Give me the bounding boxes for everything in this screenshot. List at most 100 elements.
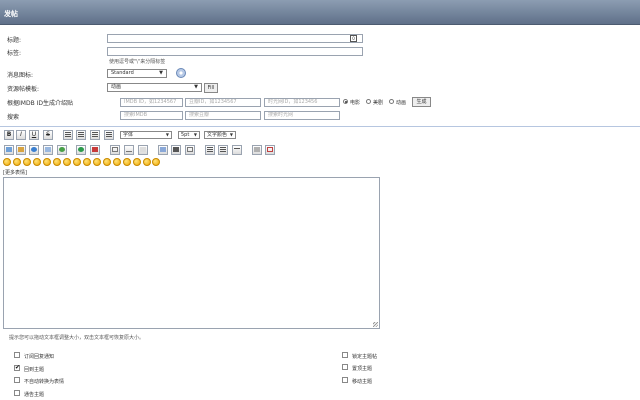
- align-justify-icon[interactable]: [104, 130, 114, 140]
- radio-series-label: 美剧: [373, 100, 384, 106]
- checkbox-move-topic-label: 移动主题: [352, 379, 373, 385]
- checkbox-lock-topic[interactable]: [342, 352, 348, 358]
- checkbox-announce[interactable]: [14, 390, 20, 396]
- checkbox-subscribe[interactable]: [14, 352, 20, 358]
- color-select-value: 文字颜色: [207, 132, 228, 138]
- search-mtime-input[interactable]: 搜索时光网: [264, 111, 340, 120]
- title-counter: 0: [350, 35, 357, 42]
- unlink-icon[interactable]: [57, 145, 67, 155]
- title-label: 标题:: [7, 37, 22, 44]
- gear-icon[interactable]: [176, 68, 186, 78]
- font-select-value: 字体: [123, 132, 134, 138]
- format-brush-icon[interactable]: [252, 145, 262, 155]
- generate-button[interactable]: 生成: [412, 97, 431, 107]
- search-imdb-input[interactable]: 搜索IMDB: [120, 111, 183, 120]
- icon-select-value: Standard: [111, 70, 134, 76]
- tags-hint: 使用逗号或"\"来分隔标签: [109, 59, 166, 65]
- smiley-icon[interactable]: [13, 158, 21, 166]
- smiley-icon[interactable]: [33, 158, 41, 166]
- quote-icon[interactable]: [110, 145, 120, 155]
- color-select[interactable]: 文字颜色 ▼: [204, 131, 236, 139]
- checkbox-announce-label: 通告主题: [24, 392, 45, 398]
- checkbox-lock-topic-label: 锁定主题帖: [352, 354, 378, 360]
- chevron-down-icon: ▼: [229, 132, 233, 137]
- checkbox-sticky-topic[interactable]: [342, 364, 348, 370]
- search-douban-input[interactable]: 搜索豆瓣: [185, 111, 261, 120]
- horizontal-rule-icon[interactable]: [232, 145, 242, 155]
- resize-tip: 提示您可以拖动文本框调整大小，双击文本框可恢复原大小。: [9, 335, 145, 341]
- smiley-icon[interactable]: [73, 158, 81, 166]
- mtime-id-input[interactable]: 时光网ID，如123456: [264, 98, 340, 107]
- more-smilies-link[interactable]: [更多表情]: [3, 169, 27, 176]
- align-right-icon[interactable]: [90, 130, 100, 140]
- checkbox-subscribe-label: 订阅回复通知: [24, 354, 55, 360]
- size-select-value: 5pt: [181, 132, 190, 138]
- radio-anime[interactable]: [389, 99, 394, 104]
- smiley-icon[interactable]: [83, 158, 91, 166]
- smiley-icon[interactable]: [133, 158, 141, 166]
- smiley-icon[interactable]: [113, 158, 121, 166]
- smiley-icon[interactable]: [43, 158, 51, 166]
- email-icon[interactable]: [43, 145, 53, 155]
- smiley-icon[interactable]: [143, 158, 151, 166]
- hide-icon[interactable]: [171, 145, 181, 155]
- radio-series[interactable]: [366, 99, 371, 104]
- window-header: 发帖: [0, 0, 640, 25]
- flash-icon[interactable]: [76, 145, 86, 155]
- ordered-list-icon[interactable]: [205, 145, 215, 155]
- code-icon[interactable]: [124, 145, 134, 155]
- radio-anime-label: 动画: [396, 100, 407, 106]
- size-select[interactable]: 5pt ▼: [178, 131, 200, 139]
- align-center-icon[interactable]: [76, 130, 86, 140]
- free-icon[interactable]: [138, 145, 148, 155]
- smiley-icon[interactable]: [63, 158, 71, 166]
- douban-id-input[interactable]: 豆瓣ID，如1234567: [185, 98, 261, 107]
- chevron-down-icon: ▼: [193, 132, 197, 137]
- post-body-textarea[interactable]: [3, 177, 380, 329]
- italic-button[interactable]: I: [16, 130, 26, 140]
- smiley-icon[interactable]: [103, 158, 111, 166]
- table-icon[interactable]: [158, 145, 168, 155]
- media-icon[interactable]: [16, 145, 26, 155]
- search-label: 搜索: [7, 114, 20, 121]
- unordered-list-icon[interactable]: [218, 145, 228, 155]
- cat-smiley-icon[interactable]: [152, 158, 160, 166]
- fill-button[interactable]: Fill: [204, 83, 218, 93]
- tags-input[interactable]: [107, 47, 363, 56]
- checkbox-no-smilies-label: 不自动转换为表情: [24, 379, 65, 385]
- radio-movie-label: 电影: [350, 100, 361, 106]
- remove-format-icon[interactable]: [265, 145, 275, 155]
- attach-icon[interactable]: [90, 145, 100, 155]
- checkbox-return-topic-label: 回到主题: [24, 367, 45, 373]
- template-select-value: 动画: [111, 84, 122, 90]
- resize-grip-icon[interactable]: [373, 322, 378, 327]
- spoiler-icon[interactable]: [185, 145, 195, 155]
- radio-movie[interactable]: [343, 99, 348, 104]
- link-icon[interactable]: [29, 145, 39, 155]
- smiley-icon[interactable]: [93, 158, 101, 166]
- smiley-icon[interactable]: [123, 158, 131, 166]
- page-title: 发帖: [4, 10, 18, 18]
- chevron-down-icon: ▼: [194, 84, 198, 90]
- smiley-icon[interactable]: [23, 158, 31, 166]
- smiley-icon[interactable]: [3, 158, 11, 166]
- checkbox-return-topic[interactable]: ✔: [14, 365, 20, 371]
- checkbox-no-smilies[interactable]: [14, 377, 20, 383]
- strike-button[interactable]: S: [43, 130, 53, 140]
- chevron-down-icon: ▼: [159, 70, 163, 76]
- title-input[interactable]: [107, 34, 363, 43]
- template-select[interactable]: 动画 ▼: [107, 83, 202, 92]
- icon-label: 消息图标:: [7, 72, 34, 79]
- imdb-label: 根据IMDB ID生成介绍贴: [7, 100, 73, 107]
- section-divider: [0, 126, 640, 127]
- image-icon[interactable]: [4, 145, 14, 155]
- align-left-icon[interactable]: [63, 130, 73, 140]
- bold-button[interactable]: B: [4, 130, 14, 140]
- icon-select[interactable]: Standard ▼: [107, 69, 167, 78]
- imdb-id-input[interactable]: IMDB ID，如1234567: [120, 98, 183, 107]
- font-select[interactable]: 字体 ▼: [120, 131, 172, 139]
- smiley-icon[interactable]: [53, 158, 61, 166]
- underline-button[interactable]: U: [29, 130, 39, 140]
- tags-label: 标签:: [7, 50, 22, 57]
- checkbox-move-topic[interactable]: [342, 377, 348, 383]
